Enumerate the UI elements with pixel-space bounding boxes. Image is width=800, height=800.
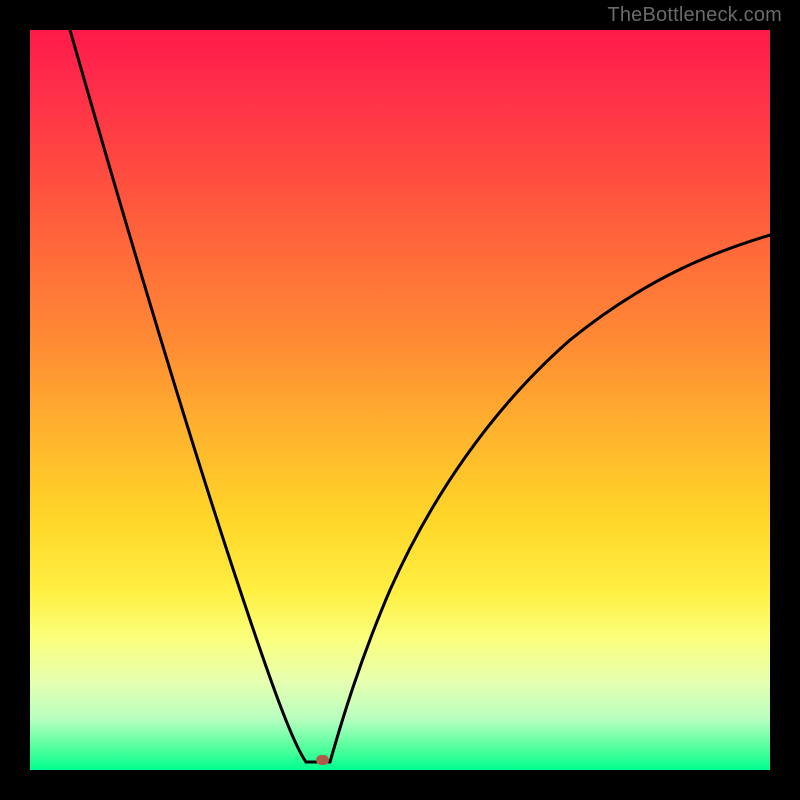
plot-area	[30, 30, 770, 770]
watermark-text: TheBottleneck.com	[607, 4, 782, 27]
curve-svg	[30, 30, 770, 770]
curve-left	[70, 30, 306, 762]
valley-marker	[316, 755, 329, 765]
chart-frame: TheBottleneck.com	[0, 0, 800, 800]
curve-right	[330, 235, 770, 762]
